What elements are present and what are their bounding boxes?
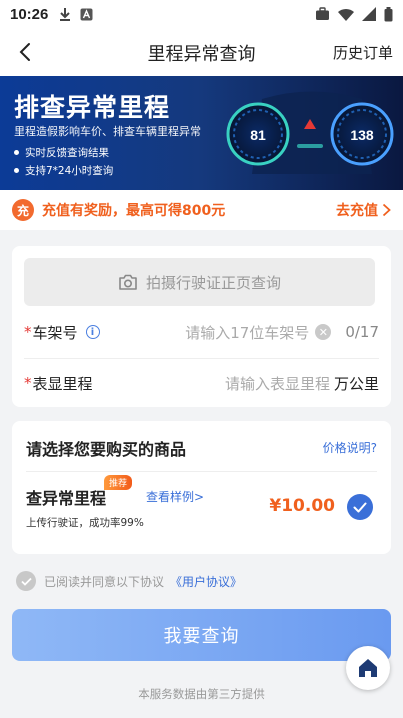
mileage-unit: 万公里 <box>333 374 379 393</box>
agreement-row: 已阅读并同意以下协议 《用户协议》 <box>16 571 242 591</box>
home-button[interactable] <box>346 646 390 690</box>
mileage-row: * 表显里程 请输入表显里程 万公里 <box>24 373 379 394</box>
camera-icon <box>119 274 137 290</box>
banner-bullet: 支持7*24小时查询 <box>14 163 113 178</box>
price-help-link[interactable]: 价格说明? <box>323 439 377 456</box>
mileage-label: 表显里程 <box>32 374 93 393</box>
product-heading: 请选择您要购买的商品 <box>26 440 187 459</box>
product-name: 查异常里程 <box>26 489 107 508</box>
right-gauge-value: 138 <box>350 127 374 143</box>
product-card: 请选择您要购买的商品 价格说明? 查异常里程 推荐 查看样例> 上传行驶证，成功… <box>12 421 391 554</box>
view-example-link[interactable]: 查看样例> <box>146 488 204 505</box>
battery-icon <box>384 6 393 21</box>
app-a-icon <box>80 8 93 20</box>
recharge-badge: 充 <box>12 199 34 221</box>
vin-input[interactable]: 请输入17位车架号 <box>185 322 309 343</box>
vin-row: * 车架号 i 请输入17位车架号 ✕ 0/17 <box>24 322 379 343</box>
vin-label: 车架号 <box>32 323 78 342</box>
left-gauge-value: 81 <box>250 127 266 143</box>
banner-title: 排查异常里程 <box>14 93 171 122</box>
banner-bullet: 实时反馈查询结果 <box>14 145 109 160</box>
user-agreement-link[interactable]: 《用户协议》 <box>170 573 242 590</box>
back-arrow-icon[interactable] <box>14 40 38 64</box>
info-icon[interactable]: i <box>85 325 100 339</box>
signal-icon <box>362 7 376 21</box>
divider <box>26 471 377 472</box>
photo-license-button[interactable]: 拍摄行驶证正页查询 <box>24 258 375 306</box>
nav-bar: 里程异常查询 历史订单 <box>0 28 403 76</box>
briefcase-icon <box>316 7 329 20</box>
recharge-promo[interactable]: 充 充值有奖励，最高可得800元 去充值 <box>0 190 403 230</box>
agree-checkbox[interactable] <box>16 571 36 591</box>
query-form-card: 拍摄行驶证正页查询 * 车架号 i 请输入17位车架号 ✕ 0/17 * 表显里… <box>12 246 391 407</box>
banner-subtitle: 里程造假影响车价、排查车辆里程异常 <box>14 125 201 138</box>
submit-query-button[interactable]: 我要查询 <box>12 609 391 661</box>
mileage-input[interactable]: 请输入表显里程 <box>225 373 330 394</box>
product-description: 上传行驶证，成功率99% <box>26 517 144 529</box>
recharge-link[interactable]: 去充值 <box>336 200 391 220</box>
history-orders-link[interactable]: 历史订单 <box>333 42 393 63</box>
dashboard-illustration: 81 138 <box>226 91 394 174</box>
agreement-text: 已阅读并同意以下协议 <box>44 574 165 589</box>
promo-banner: 排查异常里程 里程造假影响车价、排查车辆里程异常 实时反馈查询结果 支持7*24… <box>0 76 403 190</box>
product-price: ¥10.00 <box>269 496 335 516</box>
home-icon <box>359 659 377 677</box>
chevron-right-icon <box>382 203 391 217</box>
vin-counter: 0/17 <box>345 323 379 341</box>
footer-note: 本服务数据由第三方提供 <box>138 687 265 701</box>
promo-text: 充值有奖励，最高可得800元 <box>42 203 226 219</box>
wifi-icon <box>338 8 354 21</box>
download-icon <box>60 8 71 21</box>
status-bar: 10:26 <box>0 0 403 28</box>
status-time: 10:26 <box>10 5 49 23</box>
clear-icon[interactable]: ✕ <box>315 324 332 340</box>
selected-check-icon[interactable] <box>347 494 373 520</box>
recommend-badge: 推荐 <box>104 475 133 490</box>
